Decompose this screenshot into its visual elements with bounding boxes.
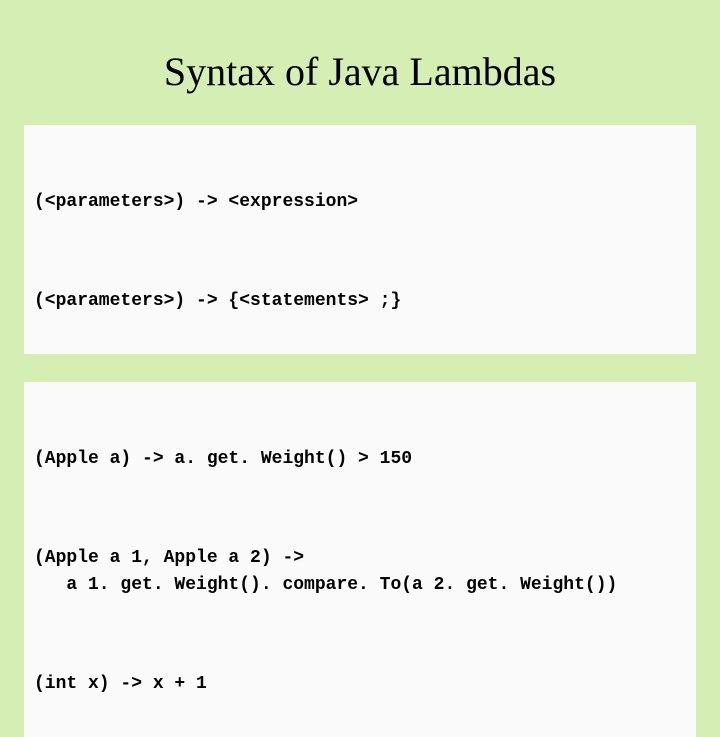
slide-title: Syntax of Java Lambdas	[0, 0, 720, 125]
syntax-line-expression: (<parameters>) -> <expression>	[34, 189, 686, 216]
example-line-2: (Apple a 1, Apple a 2) -> a 1. get. Weig…	[34, 545, 686, 599]
syntax-examples-block: (Apple a) -> a. get. Weight() > 150 (App…	[24, 382, 696, 737]
syntax-line-statements: (<parameters>) -> {<statements> ;}	[34, 288, 686, 315]
syntax-definition-block: (<parameters>) -> <expression> (<paramet…	[24, 125, 696, 354]
example-line-3: (int x) -> x + 1	[34, 671, 686, 698]
example-line-1: (Apple a) -> a. get. Weight() > 150	[34, 446, 686, 473]
